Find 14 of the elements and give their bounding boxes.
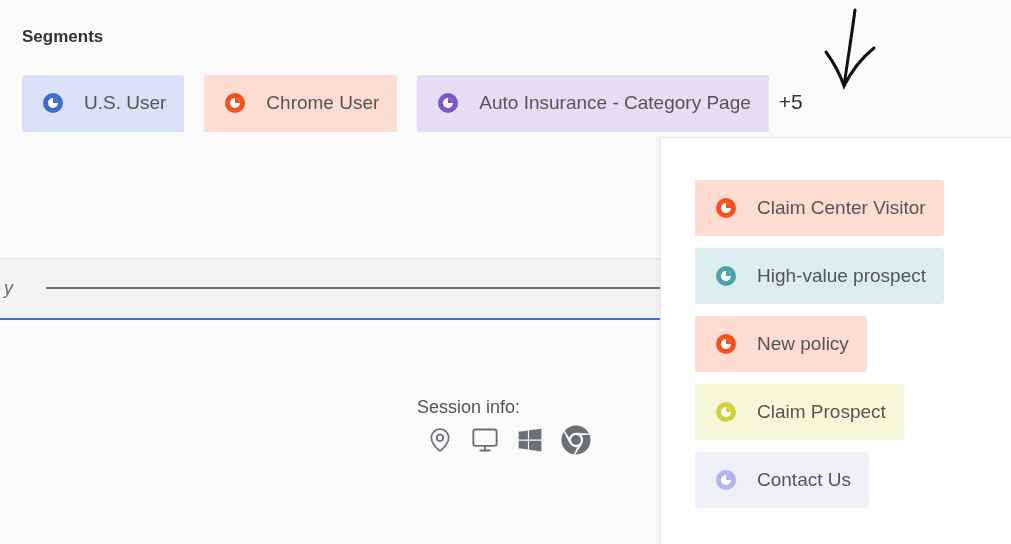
segment-chip[interactable]: Chrome User xyxy=(204,74,398,132)
segment-chip[interactable]: New policy xyxy=(695,316,867,372)
more-count[interactable]: +5 xyxy=(778,86,803,118)
session-info-label: Session info: xyxy=(417,395,521,419)
segment-chip[interactable]: Contact Us xyxy=(695,452,869,508)
segment-chip[interactable]: Claim Center Visitor xyxy=(695,180,944,236)
segment-chip[interactable]: High-value prospect xyxy=(695,248,944,304)
browser-icon xyxy=(561,424,591,455)
filter-label: y xyxy=(2,276,15,300)
section-title: Segments xyxy=(22,27,104,46)
segment-chip[interactable]: Claim Prospect xyxy=(695,384,904,440)
windows-icon xyxy=(517,426,543,453)
segment-chip[interactable]: U.S. User xyxy=(22,74,185,132)
segment-chip[interactable]: Auto Insurance - Category Page xyxy=(417,74,769,132)
